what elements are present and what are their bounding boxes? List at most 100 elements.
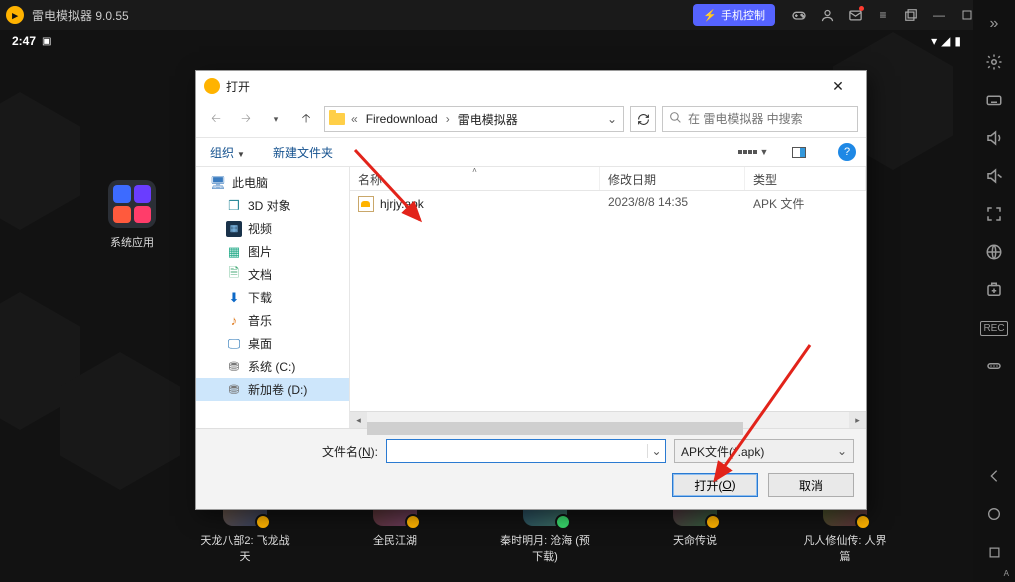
fullscreen-icon[interactable] bbox=[973, 196, 1015, 232]
more-icon[interactable] bbox=[973, 348, 1015, 384]
file-row-0[interactable]: hjrjy.apk2023/8/8 14:35APK 文件 bbox=[350, 191, 866, 216]
help-button[interactable]: ? bbox=[838, 143, 856, 161]
filename-history-dropdown[interactable]: ⌄ bbox=[647, 444, 665, 458]
tree-item-label: 视频 bbox=[248, 220, 272, 237]
system-apps-label: 系统应用 bbox=[108, 234, 156, 250]
file-name: hjrjy.apk bbox=[380, 197, 424, 211]
breadcrumb-root-icon[interactable] bbox=[325, 113, 349, 125]
tree-item-8[interactable]: ⛃系统 (C:) bbox=[196, 355, 349, 378]
tree-item-4[interactable]: 🗎 文档 bbox=[196, 263, 349, 286]
wifi-icon: ▾ bbox=[931, 34, 937, 48]
dialog-title: 打开 bbox=[226, 78, 250, 95]
tree-item-5[interactable]: ⬇下载 bbox=[196, 286, 349, 309]
tree-item-label: 3D 对象 bbox=[248, 197, 291, 214]
column-header-date[interactable]: 修改日期 bbox=[600, 167, 745, 190]
apk-file-icon bbox=[358, 196, 374, 212]
game-label: 凡人修仙传: 人界篇 bbox=[800, 532, 890, 564]
breadcrumb-item-1[interactable]: 雷电模拟器 bbox=[452, 111, 524, 128]
tree-item-label: 新加卷 (D:) bbox=[248, 381, 307, 398]
tree-item-1[interactable]: ❒3D 对象 bbox=[196, 194, 349, 217]
search-icon bbox=[669, 111, 682, 127]
nav-up-button[interactable]: 🡡 bbox=[294, 107, 318, 131]
filename-combobox[interactable]: ⌄ bbox=[386, 439, 666, 463]
keyboard-icon[interactable] bbox=[973, 82, 1015, 118]
bolt-icon: ⚡ bbox=[703, 9, 717, 22]
breadcrumb-bar[interactable]: « Firedownload › 雷电模拟器 ⌄ bbox=[324, 106, 624, 132]
view-mode-button[interactable]: ▼ bbox=[740, 141, 766, 163]
tree-item-label: 音乐 bbox=[248, 312, 272, 329]
statusbar-time: 2:47 bbox=[12, 34, 36, 48]
tree-item-7[interactable]: 🖵桌面 bbox=[196, 332, 349, 355]
desktop-app-system[interactable]: 系统应用 bbox=[108, 180, 156, 250]
nav-back-button[interactable]: 🡠 bbox=[204, 107, 228, 131]
nav-recent-dropdown[interactable]: ▾ bbox=[264, 107, 288, 131]
tree-item-label: 下载 bbox=[248, 289, 272, 306]
preview-pane-button[interactable] bbox=[786, 141, 812, 163]
search-box[interactable] bbox=[662, 106, 858, 132]
organize-menu[interactable]: 组织▼ bbox=[206, 142, 249, 163]
multi-window-icon[interactable] bbox=[897, 0, 925, 30]
notification-dot-icon bbox=[859, 6, 864, 11]
download-badge-icon bbox=[705, 514, 721, 530]
language-icon[interactable]: A bbox=[973, 234, 1015, 270]
app-title: 雷电模拟器 9.0.55 bbox=[32, 7, 129, 24]
breadcrumb-dropdown[interactable]: ⌄ bbox=[601, 112, 623, 126]
volume-down-icon[interactable] bbox=[973, 158, 1015, 194]
open-button[interactable]: 打开(O) bbox=[672, 473, 758, 497]
column-header-name[interactable]: 名称˄ bbox=[350, 167, 600, 190]
breadcrumb-item-0[interactable]: Firedownload bbox=[360, 112, 444, 126]
column-header-type[interactable]: 类型 bbox=[745, 167, 866, 190]
tree-item-0[interactable]: 🖥此电脑 bbox=[196, 171, 349, 194]
refresh-button[interactable] bbox=[630, 106, 656, 132]
file-type-filter[interactable]: APK文件(*.apk) ⌄ bbox=[674, 439, 854, 463]
file-list-rows[interactable]: hjrjy.apk2023/8/8 14:35APK 文件 bbox=[350, 191, 866, 411]
phone-control-label: 手机控制 bbox=[721, 7, 765, 23]
menu-icon[interactable]: ≡ bbox=[869, 0, 897, 30]
right-sidebar: » A REC bbox=[973, 0, 1015, 582]
scroll-left-button[interactable]: ◂ bbox=[350, 412, 367, 429]
account-icon[interactable] bbox=[813, 0, 841, 30]
download-badge-icon bbox=[405, 514, 421, 530]
tree-img-icon: ▦ bbox=[226, 244, 242, 260]
tree-mus-icon: ♪ bbox=[226, 313, 242, 329]
sort-indicator-icon: ˄ bbox=[472, 166, 477, 175]
screenshot-icon[interactable] bbox=[973, 272, 1015, 308]
scroll-right-button[interactable]: ▸ bbox=[849, 412, 866, 429]
new-folder-button[interactable]: 新建文件夹 bbox=[269, 142, 337, 163]
tree-item-2[interactable]: ▦视频 bbox=[196, 217, 349, 240]
nav-forward-button[interactable]: 🡢 bbox=[234, 107, 258, 131]
phone-control-button[interactable]: ⚡ 手机控制 bbox=[693, 4, 775, 26]
android-home-icon[interactable] bbox=[973, 496, 1015, 532]
tree-drv-icon: ⛃ bbox=[226, 382, 242, 398]
horizontal-scrollbar[interactable]: ◂ ▸ bbox=[350, 411, 866, 428]
gamepad-icon[interactable] bbox=[785, 0, 813, 30]
record-icon[interactable]: REC bbox=[973, 310, 1015, 346]
app-titlebar: ▸ 雷电模拟器 9.0.55 ⚡ 手机控制 ≡ — ✕ bbox=[0, 0, 1015, 30]
statusbar-app-icon: ▣ bbox=[42, 36, 51, 47]
battery-icon: ▮ bbox=[954, 34, 961, 48]
dialog-close-button[interactable]: ✕ bbox=[818, 72, 858, 100]
tree-dsk-icon: 🖵 bbox=[226, 336, 242, 352]
dialog-app-icon bbox=[204, 78, 220, 94]
filename-input[interactable] bbox=[387, 444, 647, 458]
android-back-icon[interactable] bbox=[973, 458, 1015, 494]
file-type-filter-label: APK文件(*.apk) bbox=[681, 443, 764, 460]
mail-icon[interactable] bbox=[841, 0, 869, 30]
minimize-icon[interactable]: — bbox=[925, 0, 953, 30]
tree-item-6[interactable]: ♪ 音乐 bbox=[196, 309, 349, 332]
search-input[interactable] bbox=[688, 112, 851, 126]
settings-gear-icon[interactable] bbox=[973, 44, 1015, 80]
volume-up-icon[interactable] bbox=[973, 120, 1015, 156]
collapse-sidebar-icon[interactable]: » bbox=[973, 6, 1015, 42]
tree-item-9[interactable]: ⛃ 新加卷 (D:) bbox=[196, 378, 349, 401]
file-list-header[interactable]: 名称˄ 修改日期 类型 bbox=[350, 167, 866, 191]
tree-item-3[interactable]: ▦图片 bbox=[196, 240, 349, 263]
cancel-button[interactable]: 取消 bbox=[768, 473, 854, 497]
android-recents-icon[interactable] bbox=[973, 534, 1015, 570]
scroll-thumb[interactable] bbox=[367, 422, 743, 435]
tree-item-label: 文档 bbox=[248, 266, 272, 283]
game-label: 天龙八部2: 飞龙战天 bbox=[200, 532, 290, 564]
folder-tree[interactable]: 🖥此电脑❒3D 对象▦视频▦图片🗎文档⬇下载♪音乐🖵桌面⛃系统 (C:)⛃新加卷… bbox=[196, 167, 350, 428]
tree-doc-icon: 🗎 bbox=[226, 267, 242, 283]
file-list-pane: 名称˄ 修改日期 类型 hjrjy.apk2023/8/8 14:35APK 文… bbox=[350, 167, 866, 428]
